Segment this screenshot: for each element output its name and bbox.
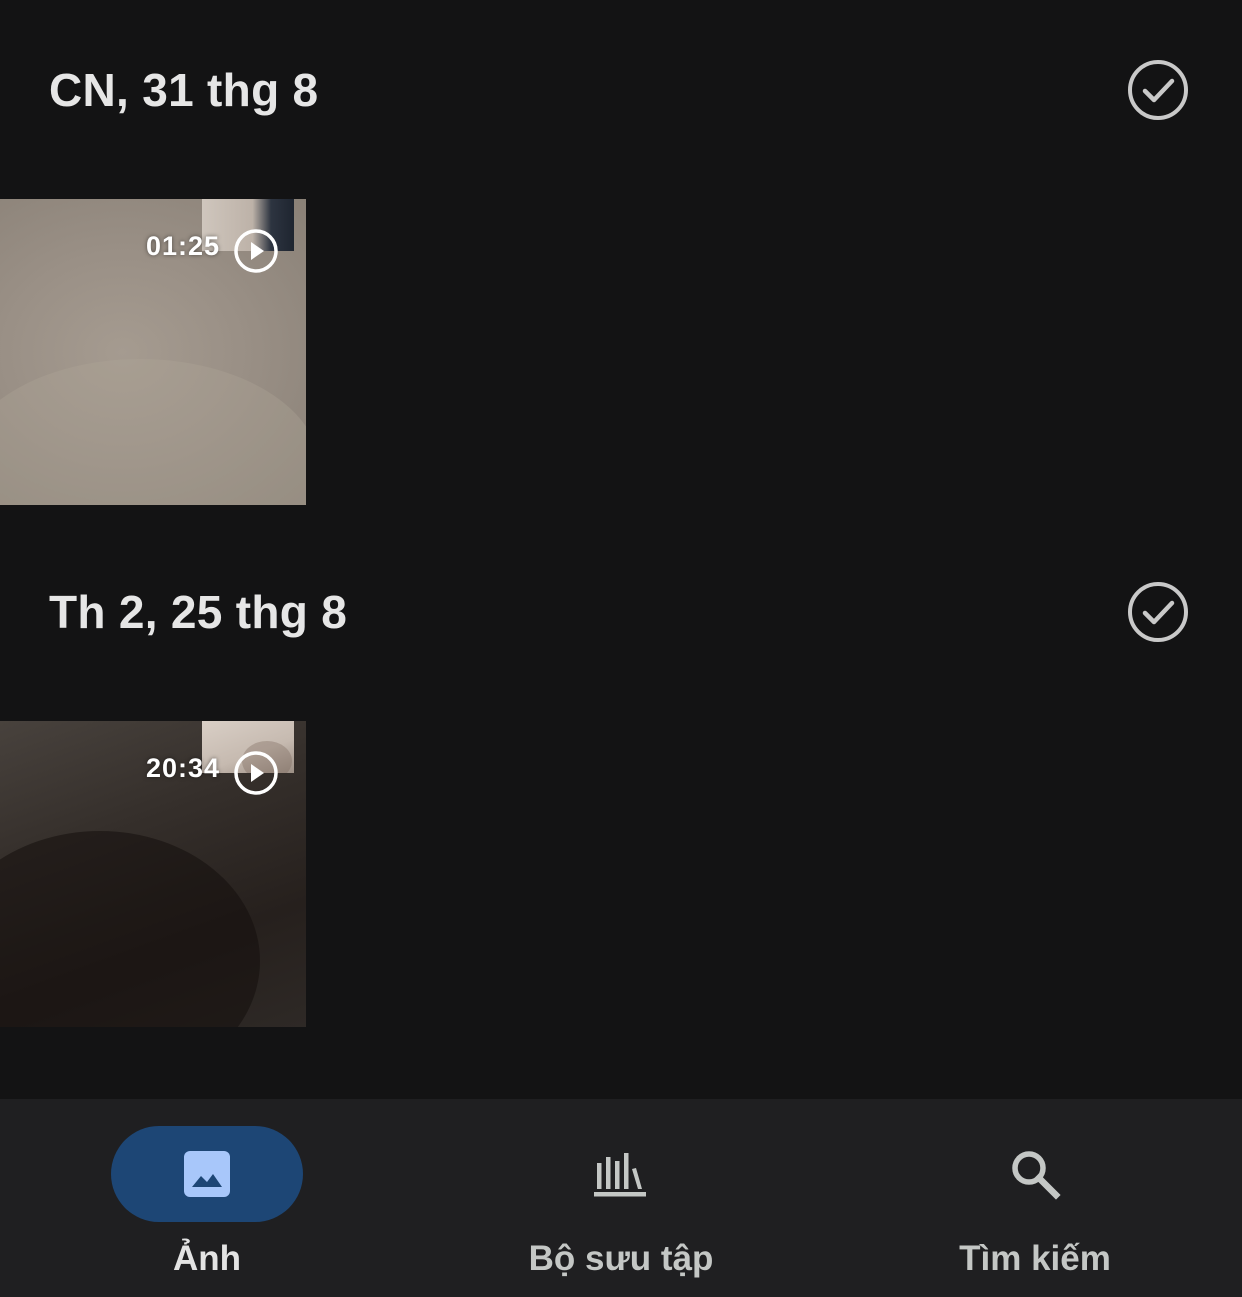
- thumbnail-image: [0, 831, 260, 1027]
- section-date-header: CN, 31 thg 8: [49, 64, 319, 116]
- play-circle-icon: [234, 751, 278, 795]
- video-thumbnail[interactable]: 01:25: [0, 199, 306, 505]
- video-duration: 01:25: [145, 231, 220, 261]
- video-duration: 20:34: [145, 753, 220, 783]
- bottom-navigation-bar: Ảnh Bộ sưu tập Tìm kiếm: [0, 1099, 1242, 1297]
- photo-icon: [184, 1151, 230, 1197]
- search-icon: [1012, 1151, 1061, 1200]
- section-date-header: Th 2, 25 thg 8: [49, 586, 348, 638]
- photos-screen: CN, 31 thg 8 01:25 Th 2, 25 thg 8 20:34: [0, 0, 1242, 1297]
- nav-label-library: Bộ sưu tập: [528, 1239, 714, 1278]
- library-icon: [594, 1153, 646, 1197]
- nav-item-icon-container: [939, 1126, 1131, 1222]
- nav-item-search[interactable]: Tìm kiếm: [828, 1099, 1242, 1297]
- check-circle-icon[interactable]: [1126, 580, 1190, 644]
- nav-item-photos[interactable]: Ảnh: [0, 1099, 414, 1297]
- nav-item-icon-container: [525, 1126, 717, 1222]
- check-circle-icon[interactable]: [1126, 58, 1190, 122]
- nav-item-library[interactable]: Bộ sưu tập: [414, 1099, 828, 1297]
- nav-label-photos: Ảnh: [172, 1239, 242, 1278]
- nav-active-indicator: [111, 1126, 303, 1222]
- thumbnail-image: [0, 359, 306, 505]
- play-circle-icon: [234, 229, 278, 273]
- nav-label-search: Tìm kiếm: [959, 1239, 1111, 1278]
- video-thumbnail[interactable]: 20:34: [0, 721, 306, 1027]
